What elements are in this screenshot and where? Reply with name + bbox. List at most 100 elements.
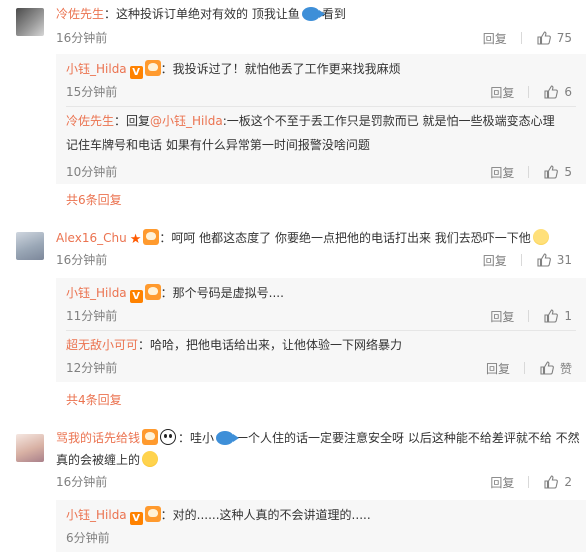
sweat-emoji-icon <box>142 451 159 467</box>
reply-button[interactable]: 回复 <box>483 30 507 47</box>
panda-emoji-icon <box>160 429 177 445</box>
more-replies-link[interactable]: 共4条回复 <box>66 392 122 408</box>
more-replies-link[interactable]: 共6条回复 <box>66 192 122 208</box>
timestamp: 10分钟前 <box>66 165 118 179</box>
like-button[interactable]: 31 <box>536 252 572 268</box>
like-count: 5 <box>564 165 572 179</box>
verified-v-icon: V <box>129 290 143 303</box>
reply-item: 超无敌小可可：哈哈，把他电话给出来，让他体验一下网络暴力 12分钟前 回复 赞 <box>66 332 586 380</box>
reply-body: 超无敌小可可：哈哈，把他电话给出来，让他体验一下网络暴力 <box>66 332 576 358</box>
timestamp: 12分钟前 <box>66 361 118 375</box>
like-label: 赞 <box>559 361 572 376</box>
divider <box>528 166 530 178</box>
like-button[interactable]: 5 <box>543 164 572 180</box>
comment-text: ：呵呵 他都这态度了 你要绝一点把他的电话打出来 我们去恐吓一下他 <box>159 231 531 245</box>
like-count: 31 <box>556 253 572 267</box>
thumbs-up-icon <box>536 30 552 46</box>
timestamp: 16分钟前 <box>56 475 108 489</box>
comment: 骂我的话先给钱 ：哇小 一个人住的话一定要注意安全呀 以后这种能不给差评就不给 不然… <box>0 420 586 552</box>
comment-actions: 回复 2 <box>490 474 572 490</box>
like-button[interactable]: 赞 <box>539 360 572 377</box>
divider <box>520 32 522 44</box>
like-button[interactable]: 2 <box>543 474 572 490</box>
reply-item: 小钰_Hilda V ：对的......这种人真的不会讲道理的..... 6分钟前 <box>66 502 586 550</box>
reply-actions: 回复 6 <box>490 84 572 100</box>
comment-body-line2: 真的会被缠上的 <box>56 450 570 470</box>
timestamp: 16分钟前 <box>56 253 108 267</box>
comment: 冷佐先生：这种投诉订单绝对有效的 顶我让鱼 看到 16分钟前 回复 75 小钰_H… <box>0 0 586 207</box>
user-name[interactable]: 小钰_Hilda <box>66 508 127 522</box>
comment-body: 骂我的话先给钱 ：哇小 一个人住的话一定要注意安全呀 以后这种能不给差评就不给 不然 <box>56 428 580 448</box>
user-name[interactable]: 冷佐先生 <box>56 7 104 21</box>
reply-button[interactable]: 回复 <box>490 84 514 101</box>
reply-item: 小钰_Hilda V ：我投诉过了！就怕他丢了工作更来找我麻烦 15分钟前 回复 6 <box>66 56 586 102</box>
timestamp: 15分钟前 <box>66 85 118 99</box>
timestamp: 16分钟前 <box>56 31 108 45</box>
reply-button[interactable]: 回复 <box>490 164 514 181</box>
comment-text: ：哇小 <box>178 431 215 445</box>
comment-actions: 回复 31 <box>483 252 572 268</box>
timestamp: 6分钟前 <box>66 531 110 545</box>
fan-badge-icon <box>144 506 161 522</box>
reply-button[interactable]: 回复 <box>483 252 507 269</box>
like-count: 1 <box>564 309 572 323</box>
reply-actions: 回复 1 <box>490 308 572 324</box>
like-count: 2 <box>564 475 572 489</box>
verified-v-icon: V <box>129 512 143 525</box>
reply-text-line2: 记住车牌号和电话 如果有什么异常第一时间报警没啥问题 <box>66 138 370 152</box>
user-name[interactable]: 骂我的话先给钱 <box>56 431 140 445</box>
avatar[interactable] <box>16 8 44 36</box>
reply-actions: 回复 5 <box>490 164 572 180</box>
divider <box>523 362 525 374</box>
like-button[interactable]: 6 <box>543 84 572 100</box>
avatar[interactable] <box>16 434 44 462</box>
thumbs-up-icon <box>543 164 559 180</box>
comment-text: ：这种投诉订单绝对有效的 顶我让鱼 <box>104 7 300 21</box>
reply-button[interactable]: 回复 <box>490 308 514 325</box>
comment-body: 冷佐先生：这种投诉订单绝对有效的 顶我让鱼 看到 <box>56 4 570 24</box>
user-name[interactable]: Alex16_Chu <box>56 231 127 245</box>
mention-link[interactable]: @小钰_Hilda <box>150 114 223 128</box>
comment-text-end: 看到 <box>321 7 346 21</box>
user-name[interactable]: 超无敌小可可 <box>66 338 138 352</box>
like-count: 6 <box>564 85 572 99</box>
reply-body: 小钰_Hilda V ：我投诉过了！就怕他丢了工作更来找我麻烦 <box>66 56 576 82</box>
reply-body: 小钰_Hilda V ：对的......这种人真的不会讲道理的..... <box>66 502 576 528</box>
reply-text: ：哈哈，把他电话给出来，让他体验一下网络暴力 <box>138 338 403 352</box>
reply-text: :一板这个不至于丢工作只是罚款而已 就是怕一些极端变态心理 <box>222 114 555 128</box>
reply-actions: 回复 赞 <box>486 360 572 376</box>
reply-list: 小钰_Hilda V ：对的......这种人真的不会讲道理的..... 6分钟前 <box>56 500 586 552</box>
divider <box>528 86 530 98</box>
divider <box>520 254 522 266</box>
reply-button[interactable]: 回复 <box>490 474 514 491</box>
reply-item: 小钰_Hilda V ：那个号码是虚拟号.... 11分钟前 回复 1 <box>66 280 586 326</box>
avatar[interactable] <box>16 232 44 260</box>
reply-item: 冷佐先生：回复@小钰_Hilda:一板这个不至于丢工作只是罚款而已 就是怕一些极… <box>66 108 586 182</box>
reply-divider <box>66 106 576 107</box>
comment-text-line2: 真的会被缠上的 <box>56 453 141 467</box>
reply-body: 小钰_Hilda V ：那个号码是虚拟号.... <box>66 280 576 306</box>
user-name[interactable]: 小钰_Hilda <box>66 62 127 76</box>
reply-text: ：我投诉过了！就怕他丢了工作更来找我麻烦 <box>160 62 401 76</box>
fan-badge-icon <box>142 429 159 445</box>
thumbs-up-icon <box>543 84 559 100</box>
reply-button[interactable]: 回复 <box>486 360 510 377</box>
like-button[interactable]: 1 <box>543 308 572 324</box>
timestamp: 11分钟前 <box>66 309 118 323</box>
divider <box>528 310 530 322</box>
thumbs-up-icon <box>539 360 555 376</box>
reply-body: 冷佐先生：回复@小钰_Hilda:一板这个不至于丢工作只是罚款而已 就是怕一些极… <box>66 108 576 134</box>
user-name[interactable]: 小钰_Hilda <box>66 286 127 300</box>
reply-text: ：那个号码是虚拟号.... <box>160 286 284 300</box>
comment-body: Alex16_Chu ★ ：呵呵 他都这态度了 你要绝一点把他的电话打出来 我们去恐… <box>56 228 570 250</box>
comment-text: 一个人住的话一定要注意安全呀 以后这种能不给差评就不给 不然 <box>236 431 580 445</box>
thumbs-up-icon <box>543 474 559 490</box>
fan-badge-icon <box>144 60 161 76</box>
reply-text: ：对的......这种人真的不会讲道理的..... <box>160 508 371 522</box>
thumbs-up-icon <box>543 308 559 324</box>
user-name[interactable]: 冷佐先生 <box>66 114 114 128</box>
fish-emoji-icon <box>301 7 325 21</box>
reply-text: ：回复 <box>114 114 151 128</box>
scared-emoji-icon <box>532 229 549 245</box>
like-button[interactable]: 75 <box>536 30 572 46</box>
